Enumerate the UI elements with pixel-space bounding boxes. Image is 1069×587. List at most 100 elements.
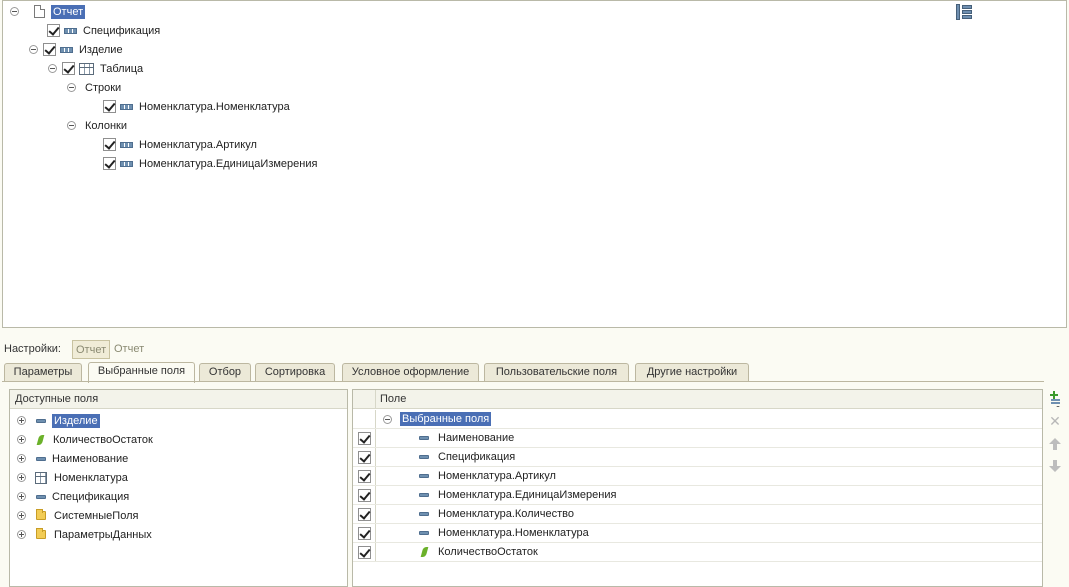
list-item-label: Номенклатура [54, 471, 128, 484]
row-label: Номенклатура.Количество [438, 508, 574, 520]
table-row[interactable]: Номенклатура.Номенклатура [353, 524, 1042, 543]
list-item-label: СистемныеПоля [54, 509, 139, 522]
checkbox[interactable] [357, 526, 371, 540]
tab-sorting[interactable]: Сортировка [255, 363, 335, 382]
list-item[interactable]: Изделие [17, 411, 100, 430]
checkbox[interactable] [103, 138, 116, 151]
checkbox[interactable] [103, 157, 116, 170]
tree-node-label: Отчет [51, 4, 86, 19]
collapse-icon[interactable] [48, 64, 57, 73]
expand-icon[interactable] [17, 473, 26, 482]
expand-icon[interactable] [17, 416, 26, 425]
selected-fields-header: Поле [353, 390, 1042, 409]
tree-node-rows-field[interactable]: Номенклатура.Номенклатура [103, 97, 290, 116]
tab-other-settings[interactable]: Другие настройки [635, 363, 749, 382]
grouping-icon [120, 160, 133, 167]
tab-conditional-formatting[interactable]: Условное оформление [342, 363, 479, 382]
tree-node-columns[interactable]: Колонки [67, 116, 127, 135]
list-item-label: КоличествоОстаток [53, 433, 153, 446]
checkbox[interactable] [47, 24, 60, 37]
tab-selected-fields[interactable]: Выбранные поля [88, 362, 195, 383]
tree-node-rows[interactable]: Строки [67, 78, 121, 97]
checkbox[interactable] [357, 488, 371, 502]
checkbox[interactable] [357, 545, 371, 559]
expand-icon[interactable] [17, 435, 26, 444]
resource-icon [420, 547, 429, 557]
list-item[interactable]: КоличествоОстаток [17, 430, 153, 449]
grouping-icon [60, 46, 73, 53]
list-item[interactable]: ПараметрыДанных [17, 525, 152, 544]
tree-node-label: Номенклатура.Артикул [139, 138, 257, 151]
tree-node-table[interactable]: Таблица [48, 59, 143, 78]
checkbox[interactable] [43, 43, 56, 56]
row-label: Спецификация [438, 451, 516, 463]
resource-icon [36, 434, 45, 445]
expand-icon[interactable] [17, 492, 26, 501]
collapse-icon[interactable] [10, 7, 19, 16]
available-fields-header: Доступные поля [10, 390, 347, 409]
table-row[interactable]: КоличествоОстаток [353, 543, 1042, 562]
expand-icon[interactable] [17, 454, 26, 463]
field-icon [419, 512, 429, 516]
tree-node-col-field-1[interactable]: Номенклатура.Артикул [103, 135, 257, 154]
tab-filter[interactable]: Отбор [199, 363, 251, 382]
list-item-label: Спецификация [52, 490, 130, 503]
table-row[interactable]: Номенклатура.ЕдиницаИзмерения [353, 486, 1042, 505]
list-item-label: Изделие [52, 413, 100, 428]
selected-fields-panel[interactable]: Поле Выбранные поля Наименование Специфи… [352, 389, 1043, 587]
report-structure-tree[interactable]: Отчет Спецификация Изделие Таблица Строк… [2, 0, 1067, 328]
checkbox[interactable] [357, 507, 371, 521]
checkbox[interactable] [357, 450, 371, 464]
tree-node-report[interactable]: Отчет [10, 2, 86, 21]
tree-node-col-field-2[interactable]: Номенклатура.ЕдиницаИзмерения [103, 154, 317, 173]
collapse-icon[interactable] [67, 83, 76, 92]
tree-node-specification[interactable]: Спецификация [47, 21, 160, 40]
field-icon [419, 455, 429, 459]
list-item[interactable]: СистемныеПоля [17, 506, 138, 525]
expand-icon[interactable] [17, 530, 26, 539]
grouping-icon [120, 141, 133, 148]
field-icon [419, 493, 429, 497]
tab-parameters[interactable]: Параметры [4, 363, 82, 382]
delete-icon[interactable]: ✕ [1046, 412, 1064, 430]
collapse-icon[interactable] [383, 414, 392, 424]
tabs-divider [2, 381, 1044, 382]
structure-view-icon[interactable] [956, 4, 972, 20]
tree-node-label: Таблица [100, 62, 144, 75]
grouping-icon [64, 27, 77, 34]
move-up-icon[interactable] [1046, 435, 1064, 453]
list-item[interactable]: Спецификация [17, 487, 129, 506]
tab-user-fields[interactable]: Пользовательские поля [484, 363, 629, 382]
available-fields-panel[interactable]: Доступные поля Изделие КоличествоОстаток… [9, 389, 348, 587]
settings-report[interactable]: Отчет [111, 340, 147, 359]
tree-node-label: Колонки [85, 119, 127, 132]
checkbox[interactable] [357, 431, 371, 445]
checkbox[interactable] [62, 62, 75, 75]
tree-node-label: Номенклатура.Номенклатура [139, 100, 290, 113]
list-item[interactable]: Наименование [17, 449, 128, 468]
collapse-icon[interactable] [67, 121, 76, 130]
table-icon [79, 62, 94, 75]
tree-node-label: Строки [85, 81, 122, 94]
list-item[interactable]: Номенклатура [17, 468, 128, 487]
list-item-label: ПараметрыДанных [54, 528, 152, 541]
table-row[interactable]: Номенклатура.Количество [353, 505, 1042, 524]
row-label: Номенклатура.ЕдиницаИзмерения [438, 489, 617, 501]
group-label: Выбранные поля [400, 412, 492, 426]
field-icon [36, 418, 46, 423]
row-label: Номенклатура.Артикул [438, 470, 556, 482]
field-icon [36, 456, 46, 461]
row-label: Наименование [438, 432, 515, 444]
settings-report-active[interactable]: Отчет [72, 340, 111, 359]
selected-fields-group-row[interactable]: Выбранные поля [353, 410, 1042, 429]
collapse-icon[interactable] [29, 45, 38, 54]
table-row[interactable]: Номенклатура.Артикул [353, 467, 1042, 486]
add-field-icon[interactable] [1046, 390, 1064, 408]
expand-icon[interactable] [17, 511, 26, 520]
checkbox[interactable] [103, 100, 116, 113]
tree-node-item[interactable]: Изделие [29, 40, 123, 59]
table-row[interactable]: Спецификация [353, 448, 1042, 467]
checkbox[interactable] [357, 469, 371, 483]
move-down-icon[interactable] [1046, 457, 1064, 475]
table-row[interactable]: Наименование [353, 429, 1042, 448]
